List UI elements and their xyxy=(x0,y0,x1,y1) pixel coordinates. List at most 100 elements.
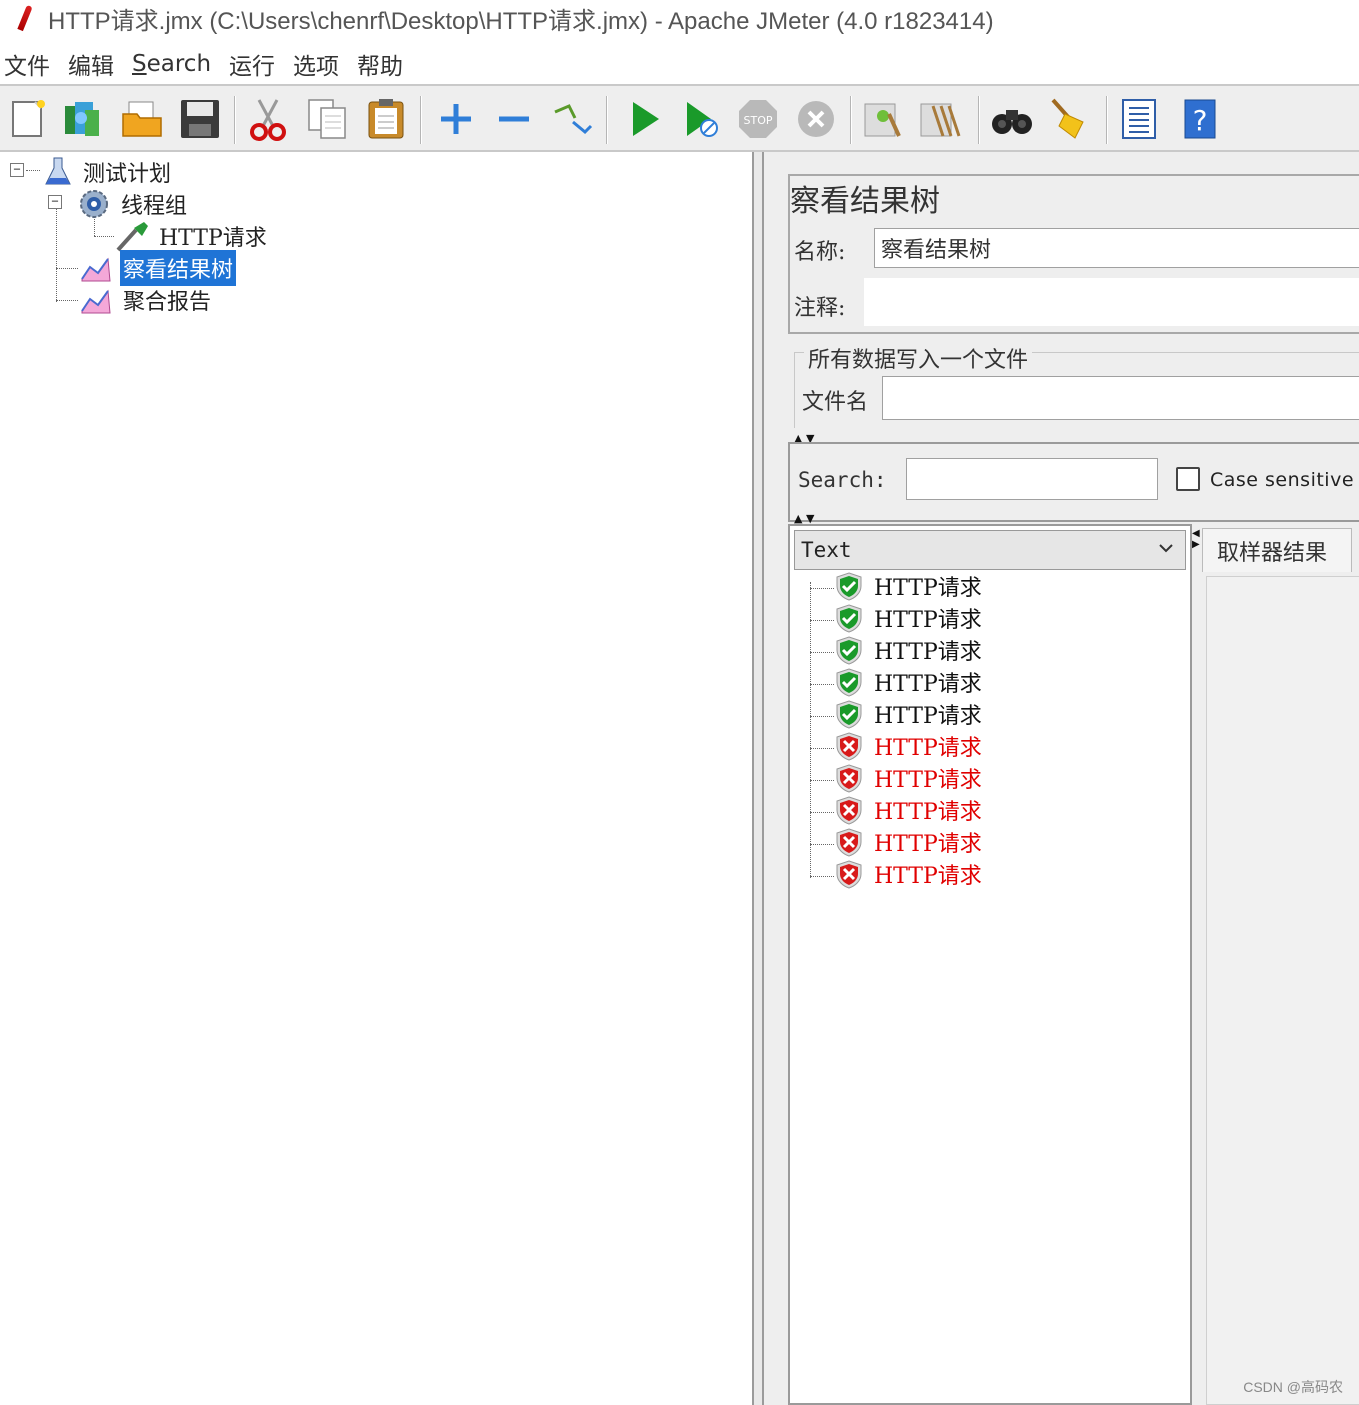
chart-listener-icon xyxy=(81,257,111,282)
result-item[interactable]: HTTP请求 xyxy=(834,602,982,634)
menu-search[interactable]: Search xyxy=(132,51,211,77)
chevron-down-icon xyxy=(1159,544,1173,553)
failure-shield-icon xyxy=(836,732,862,761)
start-no-pause-button[interactable] xyxy=(678,94,726,144)
result-item[interactable]: HTTP请求 xyxy=(834,826,982,858)
splitter-arrows-icon[interactable]: ▲ ▼ xyxy=(794,513,814,524)
toolbar-separator xyxy=(1106,96,1108,144)
help-button[interactable]: ? xyxy=(1176,94,1224,144)
result-item[interactable]: HTTP请求 xyxy=(834,762,982,794)
menu-edit[interactable]: 编辑 xyxy=(68,47,114,81)
results-splitter-arrows-icon[interactable]: ◀ ▶ xyxy=(1192,528,1202,550)
toolbar: STOP ? xyxy=(0,84,1359,152)
filename-field[interactable] xyxy=(882,376,1359,420)
result-item[interactable]: HTTP请求 xyxy=(834,570,982,602)
failure-shield-icon xyxy=(836,860,862,889)
result-label: HTTP请求 xyxy=(874,736,982,761)
result-item[interactable]: HTTP请求 xyxy=(834,634,982,666)
clear-all-button[interactable] xyxy=(916,94,964,144)
result-label: HTTP请求 xyxy=(874,768,982,793)
cut-button[interactable] xyxy=(244,94,292,144)
case-sensitive-checkbox[interactable] xyxy=(1176,467,1200,491)
result-item[interactable]: HTTP请求 xyxy=(834,730,982,762)
tree-connector xyxy=(810,876,834,877)
comment-field[interactable] xyxy=(864,278,1359,326)
tree-node-test-plan[interactable]: 测试计划 xyxy=(44,154,174,190)
tab-sampler-result[interactable]: 取样器结果 xyxy=(1202,528,1352,572)
toolbar-separator xyxy=(606,96,608,144)
menu-file[interactable]: 文件 xyxy=(4,47,50,81)
file-output-legend: 所有数据写入一个文件 xyxy=(804,342,1033,374)
tree-node-view-results-tree[interactable]: 察看结果树 xyxy=(80,250,237,286)
toggle-button[interactable] xyxy=(548,94,596,144)
stop-button[interactable]: STOP xyxy=(734,94,782,144)
search-button[interactable] xyxy=(988,94,1036,144)
tree-node-http-request[interactable]: HTTP请求 xyxy=(114,218,270,254)
filename-label: 文件名 xyxy=(802,390,869,415)
search-input[interactable] xyxy=(906,458,1158,500)
tree-connector xyxy=(56,202,57,302)
success-shield-icon xyxy=(836,604,862,633)
result-item[interactable]: HTTP请求 xyxy=(834,794,982,826)
plus-icon xyxy=(441,104,471,134)
result-label: HTTP请求 xyxy=(874,640,982,665)
open-button[interactable] xyxy=(118,94,166,144)
search-label: Search: xyxy=(798,468,887,492)
tree-node-thread-group[interactable]: 线程组 xyxy=(76,186,190,222)
tree-connector xyxy=(26,170,40,171)
toolbar-separator xyxy=(850,96,852,144)
result-label: HTTP请求 xyxy=(874,672,982,697)
menu-bar: 文件 编辑 Search 运行 选项 帮助 xyxy=(0,44,1359,84)
result-label: HTTP请求 xyxy=(874,800,982,825)
result-label: HTTP请求 xyxy=(874,576,982,601)
paste-button[interactable] xyxy=(362,94,410,144)
templates-button[interactable] xyxy=(58,94,106,144)
list-icon xyxy=(1122,99,1156,139)
tree-label: HTTP请求 xyxy=(159,226,267,251)
toolbar-separator xyxy=(234,96,236,144)
success-shield-icon xyxy=(836,668,862,697)
menu-search-mnemonic: S xyxy=(132,51,147,77)
test-plan-tree: − 测试计划 − 线程组 HTTP请求 察看结果树 聚合报告 xyxy=(0,152,754,1405)
menu-search-rest: earch xyxy=(146,51,212,77)
copy-button[interactable] xyxy=(304,94,352,144)
panel-title: 察看结果树 xyxy=(790,184,940,219)
paste-icon xyxy=(368,99,404,139)
expand-all-button[interactable] xyxy=(432,94,480,144)
new-button[interactable] xyxy=(4,94,52,144)
templates-icon xyxy=(65,102,99,136)
tree-connector xyxy=(810,582,811,878)
tree-label: 察看结果树 xyxy=(120,250,237,286)
tree-label: 聚合报告 xyxy=(123,290,212,315)
toolbar-separator xyxy=(420,96,422,144)
collapse-thread-group[interactable]: − xyxy=(48,195,62,209)
reset-search-button[interactable] xyxy=(1046,94,1094,144)
collapse-all-button[interactable] xyxy=(490,94,538,144)
tree-connector xyxy=(810,684,834,685)
function-helper-button[interactable] xyxy=(1116,94,1164,144)
help-icon: ? xyxy=(1184,99,1216,139)
renderer-value: Text xyxy=(801,538,852,562)
failure-shield-icon xyxy=(836,796,862,825)
failure-shield-icon xyxy=(836,828,862,857)
tree-node-aggregate-report[interactable]: 聚合报告 xyxy=(80,282,214,318)
result-item[interactable]: HTTP请求 xyxy=(834,666,982,698)
collapse-test-plan[interactable]: − xyxy=(10,163,24,177)
tree-connector xyxy=(810,652,834,653)
menu-help[interactable]: 帮助 xyxy=(357,47,403,81)
clear-button[interactable] xyxy=(858,94,906,144)
name-field[interactable]: 察看结果树 xyxy=(874,228,1359,268)
flask-icon xyxy=(45,157,71,185)
renderer-select[interactable]: Text xyxy=(794,530,1186,570)
result-item[interactable]: HTTP请求 xyxy=(834,698,982,730)
clear-all-icon xyxy=(920,103,961,137)
menu-options[interactable]: 选项 xyxy=(293,47,339,81)
start-button[interactable] xyxy=(620,94,668,144)
listener-panel: 察看结果树 名称: 察看结果树 注释: 所有数据写入一个文件 文件名 ▲ ▼ S… xyxy=(764,152,1359,1405)
window-title: HTTP请求.jmx (C:\Users\chenrf\Desktop\HTTP… xyxy=(48,7,994,35)
shutdown-button[interactable] xyxy=(792,94,840,144)
save-button[interactable] xyxy=(176,94,224,144)
menu-run[interactable]: 运行 xyxy=(229,47,275,81)
result-item[interactable]: HTTP请求 xyxy=(834,858,982,890)
main-splitter[interactable] xyxy=(752,152,764,1405)
